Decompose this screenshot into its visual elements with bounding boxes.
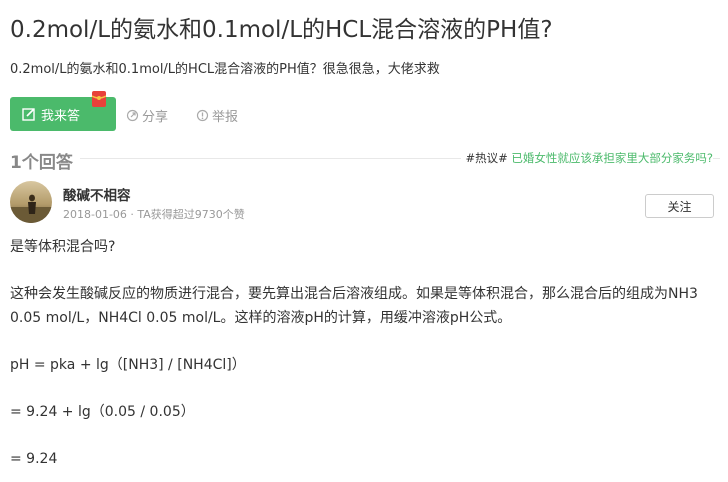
report-icon [196, 109, 209, 122]
hot-topic[interactable]: #热议# 已婚女性就应该承担家里大部分家务吗? [461, 150, 713, 166]
question-title: 0.2mol/L的氨水和0.1mol/L的HCL混合溶液的PH值? [10, 17, 553, 43]
answer-content: 是等体积混合吗? 这种会发生酸碱反应的物质进行混合，要先算出混合后溶液组成。如果… [10, 235, 722, 471]
report-label: 举报 [212, 110, 239, 125]
answer-meta: 2018-01-06 · TA获得超过9730个赞 [63, 208, 245, 221]
share-label: 分享 [142, 110, 169, 125]
edit-icon [22, 108, 35, 121]
red-packet-icon[interactable] [90, 90, 108, 108]
answer-paragraph: 是等体积混合吗? [10, 239, 116, 255]
answer-paragraph: pH = pka + lg（[NH3] / [NH4Cl]） [10, 357, 246, 373]
share-button[interactable]: 分享 [126, 106, 168, 125]
answer-button-label: 我来答 [41, 108, 81, 124]
answer-paragraph: = 9.24 [10, 451, 58, 467]
hot-topic-link[interactable]: 已婚女性就应该承担家里大部分家务吗? [511, 151, 713, 165]
answer-paragraph: 这种会发生酸碱反应的物质进行混合，要先算出混合后溶液组成。如果是等体积混合，那么… [10, 286, 698, 326]
report-button[interactable]: 举报 [196, 106, 238, 125]
avatar[interactable] [10, 181, 52, 223]
answer-paragraph: = 9.24 + lg（0.05 / 0.05） [10, 404, 195, 420]
question-description: 0.2mol/L的氨水和0.1mol/L的HCL混合溶液的PH值？很急很急，大佬… [10, 62, 440, 77]
hot-topic-tag: #热议# [465, 151, 508, 165]
follow-button[interactable]: 关注 [645, 194, 714, 218]
author-name[interactable]: 酸碱不相容 [63, 184, 131, 204]
share-icon [126, 109, 139, 122]
answer-count: 1个回答 [10, 153, 73, 173]
